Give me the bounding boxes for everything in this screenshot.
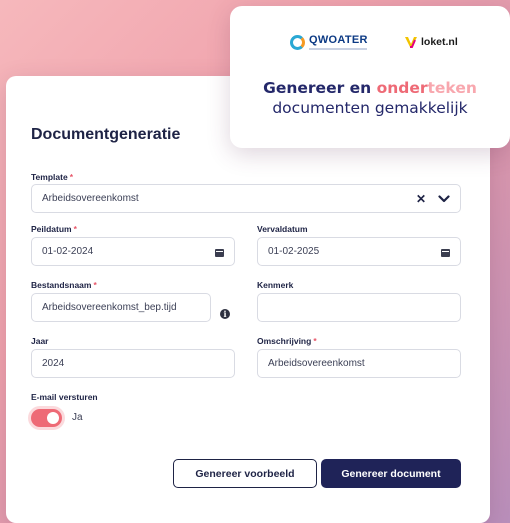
template-label-text: Template (31, 172, 68, 182)
kenmerk-input[interactable] (257, 293, 461, 322)
vervaldatum-label-text: Vervaldatum (257, 224, 308, 234)
email-label: E-mail versturen (31, 392, 98, 402)
vervaldatum-label: Vervaldatum (257, 224, 308, 234)
template-value: Arbeidsovereenkomst (42, 193, 139, 204)
bestandsnaam-label: Bestandsnaam * (31, 280, 97, 290)
calendar-icon[interactable] (215, 247, 224, 257)
jaar-label: Jaar (31, 336, 49, 346)
jaar-input[interactable]: 2024 (31, 349, 235, 378)
omschrijving-label-text: Omschrijving (257, 336, 312, 346)
calendar-icon[interactable] (441, 247, 450, 257)
headline-part2: onder (376, 79, 428, 97)
generate-button[interactable]: Genereer document (321, 459, 461, 488)
omschrijving-input[interactable]: Arbeidsovereenkomst (257, 349, 461, 378)
required-marker: * (313, 336, 317, 346)
loket-logo: loket.nl (403, 34, 458, 50)
bestandsnaam-input[interactable]: Arbeidsovereenkomst_bep.tijd (31, 293, 211, 322)
email-toggle-label: Ja (72, 412, 83, 423)
qwoater-name: QWOATER (309, 34, 368, 46)
close-icon[interactable]: ✕ (416, 192, 426, 206)
email-label-text: E-mail versturen (31, 392, 98, 402)
qwoater-text: QWOATER (309, 34, 368, 50)
qwoater-logo: QWOATER (290, 34, 368, 50)
vervaldatum-value: 01-02-2025 (268, 246, 320, 257)
bestandsnaam-label-text: Bestandsnaam (31, 280, 92, 290)
preview-button[interactable]: Genereer voorbeeld (173, 459, 317, 488)
qwoater-tagline-bar (309, 48, 367, 50)
email-toggle[interactable] (31, 409, 62, 427)
page-title: Documentgeneratie (31, 126, 181, 143)
brand-card: QWOATER loket.nl Genereer en onderteken … (230, 6, 510, 148)
headline: Genereer en onderteken documenten gemakk… (230, 78, 510, 118)
template-label: Template * (31, 172, 73, 182)
required-marker: * (73, 224, 77, 234)
required-marker: * (93, 280, 97, 290)
headline-part3: teken (427, 79, 477, 97)
template-select[interactable]: Arbeidsovereenkomst ✕ (31, 184, 461, 213)
jaar-label-text: Jaar (31, 336, 49, 346)
chevron-down-icon[interactable] (438, 194, 450, 203)
required-marker: * (69, 172, 73, 182)
peildatum-input[interactable]: 01-02-2024 (31, 237, 235, 266)
omschrijving-value: Arbeidsovereenkomst (268, 358, 365, 369)
loket-name: loket.nl (421, 36, 458, 48)
omschrijving-label: Omschrijving * (257, 336, 317, 346)
info-icon[interactable]: i (220, 309, 230, 319)
qwoater-mark-icon (290, 34, 305, 50)
headline-part1: Genereer en (263, 79, 377, 97)
headline-line2: documenten gemakkelijk (272, 99, 468, 117)
bestandsnaam-value: Arbeidsovereenkomst_bep.tijd (42, 302, 177, 313)
kenmerk-label: Kenmerk (257, 280, 293, 290)
vervaldatum-input[interactable]: 01-02-2025 (257, 237, 461, 266)
peildatum-value: 01-02-2024 (42, 246, 94, 257)
jaar-value: 2024 (42, 358, 65, 369)
peildatum-label: Peildatum * (31, 224, 77, 234)
loket-mark-icon (405, 37, 417, 48)
kenmerk-label-text: Kenmerk (257, 280, 294, 290)
peildatum-label-text: Peildatum (31, 224, 72, 234)
headline-line1: Genereer en onderteken (230, 78, 510, 98)
